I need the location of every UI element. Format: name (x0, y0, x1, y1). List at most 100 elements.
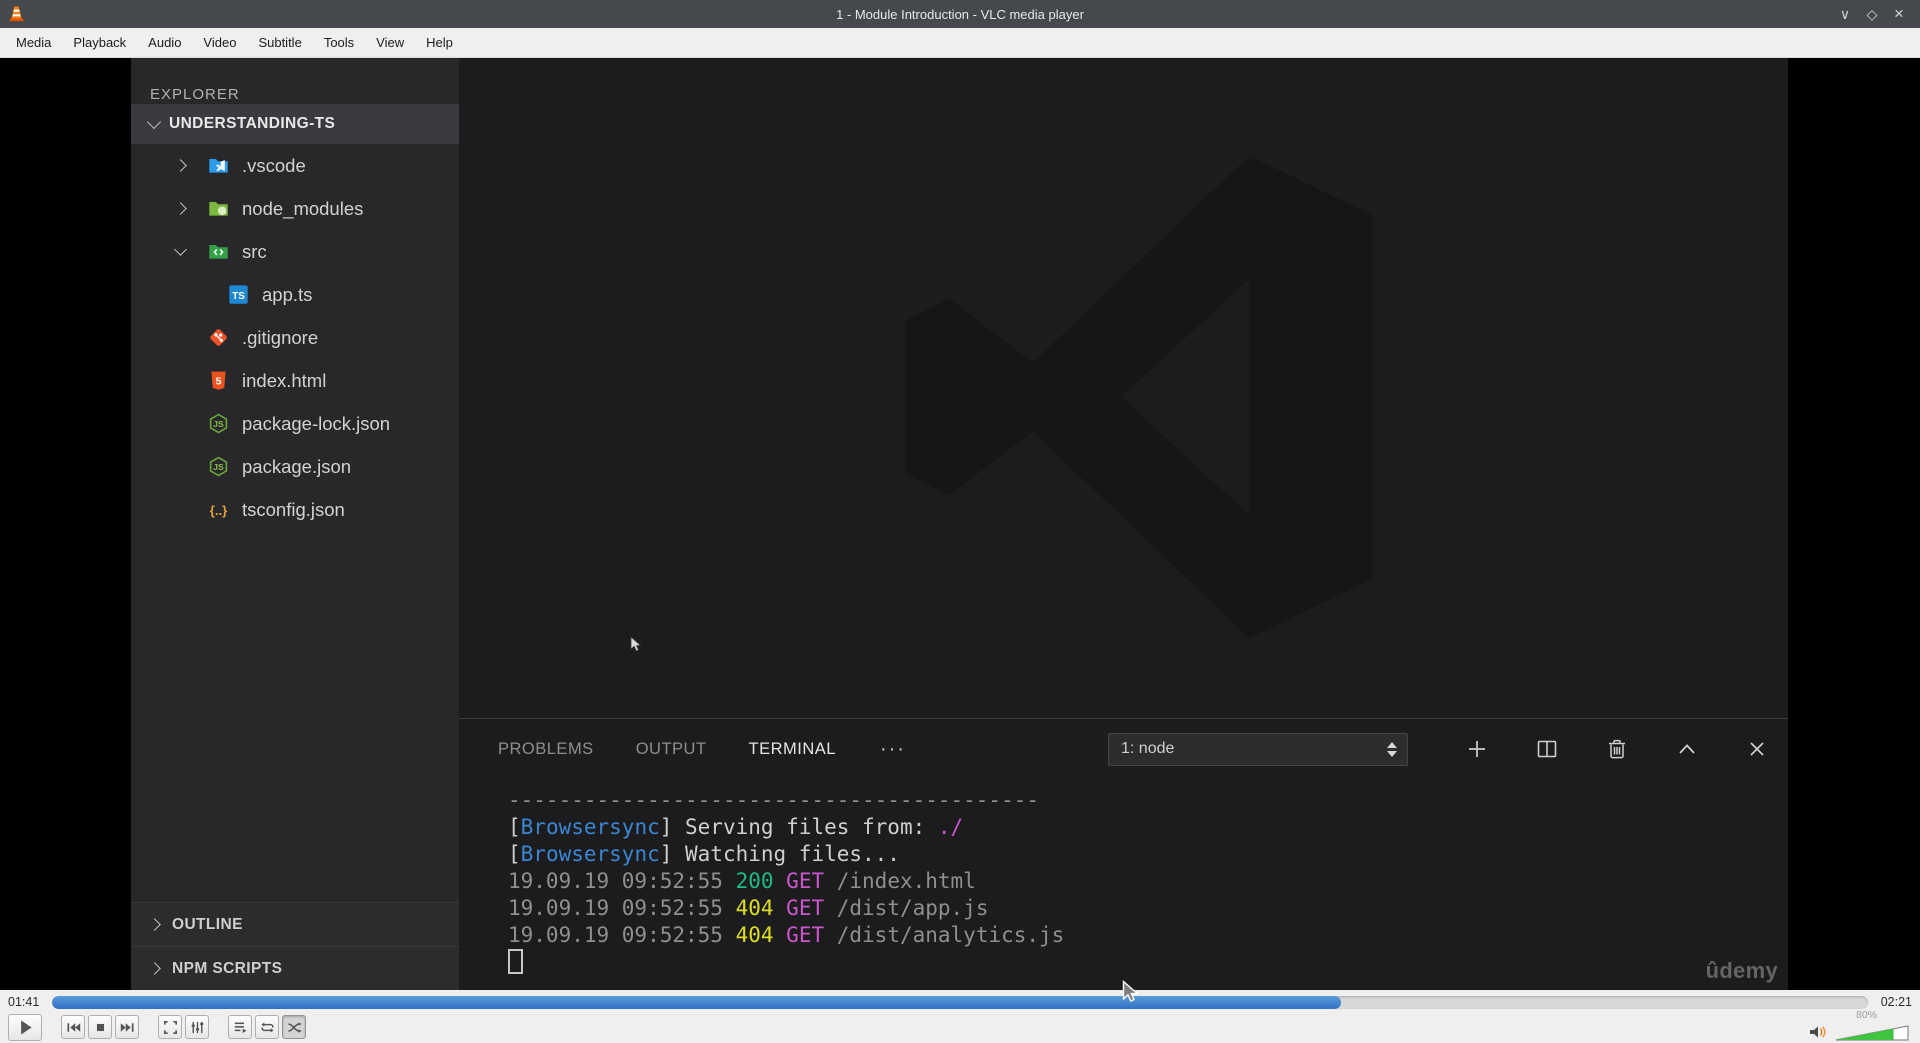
terminal-output: ----------------------------------------… (459, 779, 1788, 990)
volume-group: 80% (1808, 1009, 1912, 1042)
new-terminal-button[interactable] (1464, 736, 1490, 762)
maximize-button[interactable]: ◇ (1863, 5, 1881, 23)
previous-button[interactable] (61, 1015, 85, 1039)
maximize-panel-button[interactable] (1674, 736, 1700, 762)
menu-item-help[interactable]: Help (415, 28, 464, 57)
panel-tabs: PROBLEMS OUTPUT TERMINAL (498, 740, 878, 759)
panel-overflow-button[interactable]: ··· (880, 738, 906, 761)
stop-button[interactable] (88, 1015, 112, 1039)
total-time: 02:21 (1880, 995, 1912, 1009)
volume-percent-label: 80% (1856, 1008, 1878, 1021)
terminal-select-value: 1: node (1121, 740, 1175, 757)
seek-fill (52, 995, 1342, 1009)
tree-item-label: package.json (242, 455, 352, 477)
vscode-folder-icon (208, 155, 229, 176)
node-modules-folder-icon (208, 198, 229, 219)
terminal-select[interactable]: 1: node (1108, 732, 1408, 766)
fullscreen-button[interactable] (158, 1015, 182, 1039)
elapsed-time: 01:41 (8, 995, 40, 1009)
tree-item-gitignore[interactable]: .gitignore (131, 316, 459, 359)
terminal-line: 19.09.19 09:52:55 404 GET /dist/analytic… (508, 923, 1065, 947)
section-label: OUTLINE (172, 915, 243, 933)
tree-item-tsconfig-json[interactable]: {..} tsconfig.json (131, 488, 459, 531)
svg-text:TS: TS (232, 291, 245, 302)
menubar: Media Playback Audio Video Subtitle Tools View… (0, 28, 1920, 58)
seek-bar[interactable] (52, 995, 1868, 1009)
video-frame[interactable]: EXPLORER UNDERSTANDING-TS .vscode node_mo… (131, 58, 1788, 990)
terminal-line: 19.09.19 09:52:55 200 GET /index.html (508, 869, 976, 893)
window-controls: ∨ ◇ × (1836, 5, 1920, 23)
udemy-watermark: ûdemy (1705, 958, 1778, 983)
menu-item-media[interactable]: Media (5, 28, 62, 57)
tree-item-label: src (242, 240, 267, 262)
next-button[interactable] (115, 1015, 139, 1039)
sidebar-section-npm-scripts[interactable]: NPM SCRIPTS (131, 946, 459, 990)
tree-item-package-lock-json[interactable]: JS package-lock.json (131, 402, 459, 445)
tree-item-index-html[interactable]: 5 index.html (131, 359, 459, 402)
menu-item-audio[interactable]: Audio (137, 28, 192, 57)
svg-text:JS: JS (213, 462, 224, 472)
chevron-down-icon (174, 243, 187, 256)
panel-tab-terminal[interactable]: TERMINAL (749, 740, 836, 759)
menu-item-tools[interactable]: Tools (313, 28, 365, 57)
tree-item-label: package-lock.json (242, 412, 391, 434)
close-panel-button[interactable] (1744, 736, 1770, 762)
chevron-right-icon (174, 159, 187, 172)
close-button[interactable]: × (1890, 5, 1908, 23)
seek-row: 01:41 02:21 (0, 990, 1920, 1011)
titlebar: 1 - Module Introduction - VLC media play… (0, 0, 1920, 28)
tsconfig-file-icon: {..} (208, 499, 229, 520)
tree-item-package-json[interactable]: JS package.json (131, 445, 459, 488)
svg-text:5: 5 (216, 375, 222, 387)
menu-item-subtitle[interactable]: Subtitle (247, 28, 312, 57)
chevron-right-icon (174, 202, 187, 215)
tree-item-label: index.html (242, 369, 327, 391)
volume-slider[interactable] (1835, 1024, 1909, 1041)
mouse-cursor (1122, 980, 1139, 1002)
terminal-cursor (508, 949, 523, 974)
tree-item-label: .gitignore (242, 326, 319, 348)
terminal-panel: PROBLEMS OUTPUT TERMINAL ··· 1: node ---… (459, 718, 1788, 990)
playlist-button[interactable] (228, 1015, 252, 1039)
terminal-line: ----------------------------------------… (508, 788, 1040, 812)
menu-item-video[interactable]: Video (192, 28, 247, 57)
menu-item-view[interactable]: View (365, 28, 415, 57)
volume-icon[interactable] (1808, 1023, 1828, 1041)
chevron-right-icon (148, 918, 161, 931)
video-stage: EXPLORER UNDERSTANDING-TS .vscode node_mo… (0, 58, 1920, 990)
terminal-line: [Browsersync] Serving files from: ./ (508, 815, 964, 839)
window-title: 1 - Module Introduction - VLC media play… (836, 6, 1084, 22)
editor-column: PROBLEMS OUTPUT TERMINAL ··· 1: node ---… (459, 58, 1788, 990)
random-button[interactable] (282, 1015, 306, 1039)
sidebar-section-outline[interactable]: OUTLINE (131, 902, 459, 946)
transport-row: 80% (0, 1009, 1920, 1042)
minimize-button[interactable]: ∨ (1836, 5, 1854, 23)
editor-area (459, 58, 1788, 718)
html-file-icon: 5 (208, 370, 229, 391)
node-file-icon: JS (208, 413, 229, 434)
chevron-right-icon (148, 962, 161, 975)
kill-terminal-button[interactable] (1604, 736, 1630, 762)
loop-button[interactable] (255, 1015, 279, 1039)
section-label: NPM SCRIPTS (172, 959, 283, 977)
panel-tab-output[interactable]: OUTPUT (636, 740, 707, 759)
tree-item-vscode[interactable]: .vscode (131, 144, 459, 187)
project-root-row[interactable]: UNDERSTANDING-TS (131, 104, 459, 144)
tree-item-src[interactable]: src (131, 230, 459, 273)
terminal-line: 19.09.19 09:52:55 404 GET /dist/app.js (508, 896, 989, 920)
typescript-file-icon: TS (228, 284, 249, 305)
split-terminal-button[interactable] (1534, 736, 1560, 762)
vlc-window: { "colors": { "accent": "#2f72c4", "acce… (0, 0, 1920, 1043)
chevron-updown-icon (1387, 741, 1397, 757)
src-folder-icon (208, 241, 229, 262)
tree-item-label: .vscode (242, 154, 306, 176)
panel-tab-problems[interactable]: PROBLEMS (498, 740, 594, 759)
play-button[interactable] (8, 1013, 42, 1041)
tree-item-node-modules[interactable]: node_modules (131, 187, 459, 230)
extended-settings-button[interactable] (185, 1015, 209, 1039)
svg-text:{..}: {..} (210, 503, 228, 518)
tree-item-label: app.ts (262, 283, 313, 305)
tree-item-app-ts[interactable]: TS app.ts (131, 273, 459, 316)
menu-item-playback[interactable]: Playback (62, 28, 137, 57)
chevron-down-icon (146, 114, 162, 130)
